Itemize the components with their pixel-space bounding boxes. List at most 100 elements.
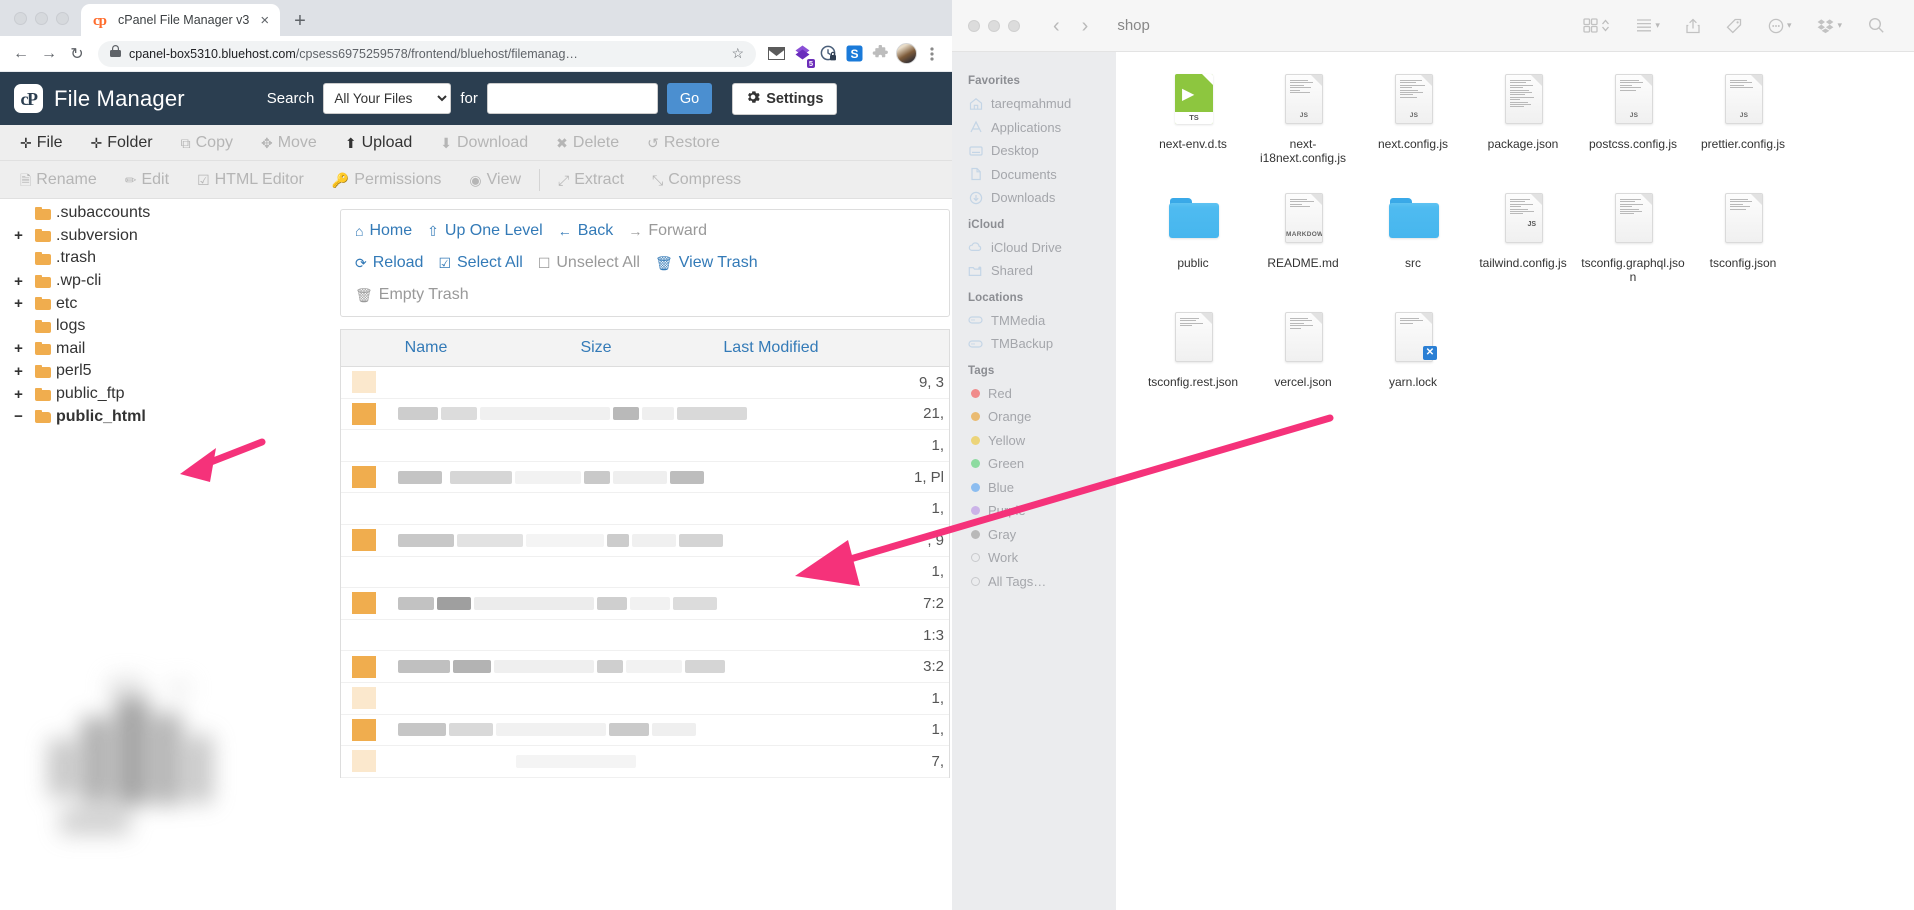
reload-button[interactable]: ⟳ Reload	[355, 251, 438, 275]
sidebar-item-tag-red[interactable]: Red	[952, 382, 1116, 406]
sidebar-item-icloud-drive[interactable]: iCloud Drive	[952, 236, 1116, 260]
blue-s-extension-icon[interactable]: S	[842, 42, 866, 66]
empty-trash-button[interactable]: 🗑 Empty Trash	[355, 283, 484, 307]
column-header-size[interactable]: Size	[511, 339, 681, 357]
download-button[interactable]: ⬇ Download	[426, 125, 542, 160]
finder-forward-button[interactable]: ›	[1071, 16, 1100, 36]
edit-button[interactable]: ✏ Edit	[111, 161, 183, 198]
sidebar-item-tag-blue[interactable]: Blue	[952, 476, 1116, 500]
html-editor-button[interactable]: ☑ HTML Editor	[183, 161, 318, 198]
column-header-last-modified[interactable]: Last Modified	[681, 339, 861, 357]
search-scope-select[interactable]: All Your FilesYour current directory	[323, 83, 452, 114]
sidebar-item-tag-green[interactable]: Green	[952, 452, 1116, 476]
new-folder-button[interactable]: ✛ Folder	[77, 125, 167, 160]
table-row[interactable]: 7:2	[341, 588, 949, 620]
sidebar-item-tag-work[interactable]: Work	[952, 546, 1116, 570]
file-item-next-env-d-ts[interactable]: ▶ TS next-env.d.ts	[1138, 72, 1248, 165]
sidebar-item-desktop[interactable]: Desktop	[952, 139, 1116, 163]
puzzle-extensions-icon[interactable]	[868, 42, 892, 66]
permissions-button[interactable]: 🔑 Permissions	[318, 161, 456, 198]
tree-item-trash[interactable]: .trash	[0, 247, 340, 270]
upload-button[interactable]: ⬆ Upload	[331, 125, 426, 160]
table-row[interactable]: 3:2	[341, 651, 949, 683]
file-item-src[interactable]: src	[1358, 191, 1468, 284]
home-button[interactable]: ⌂ Home	[355, 219, 427, 243]
file-item-yarn-lock[interactable]: ✕ yarn.lock	[1358, 310, 1468, 389]
dropbox-chevron-icon[interactable]: ▾	[1837, 20, 1842, 31]
bookmark-star-icon[interactable]: ☆	[731, 45, 744, 62]
file-item-tsconfig-graphql-json[interactable]: tsconfig.graphql.json	[1578, 191, 1688, 284]
forward-button[interactable]: →	[36, 41, 62, 67]
tree-item-perl5[interactable]: + perl5	[0, 360, 340, 383]
compress-button[interactable]: ⤡ Compress	[638, 161, 755, 198]
search-go-button[interactable]: Go	[666, 83, 713, 114]
close-window-button[interactable]	[14, 12, 27, 25]
tree-item-public-ftp[interactable]: + public_ftp	[0, 383, 340, 406]
table-row[interactable]: 1:3	[341, 620, 949, 652]
copy-button[interactable]: ⧉ Copy	[167, 125, 247, 160]
file-item-prettier-config-js[interactable]: JS prettier.config.js	[1688, 72, 1798, 165]
purple-diamond-extension-icon[interactable]: 5	[790, 42, 815, 68]
file-item-readme-md[interactable]: MARKDOWN README.md	[1248, 191, 1358, 284]
tree-toggle[interactable]: +	[12, 364, 25, 379]
close-window-button[interactable]	[968, 19, 980, 32]
tree-item-logs[interactable]: logs	[0, 315, 340, 338]
up-one-level-button[interactable]: ⇧ Up One Level	[427, 219, 558, 243]
view-button[interactable]: ◉ View	[455, 161, 535, 198]
sidebar-item-downloads[interactable]: Downloads	[952, 186, 1116, 210]
file-item-tsconfig-json[interactable]: tsconfig.json	[1688, 191, 1798, 284]
tag-icon[interactable]	[1713, 18, 1755, 34]
view-trash-button[interactable]: 🗑 View Trash	[655, 251, 773, 275]
reload-button[interactable]: ↻	[64, 41, 90, 67]
unselect-all-button[interactable]: ☐ Unselect All	[538, 251, 655, 275]
table-row[interactable]: 1, Pl	[341, 462, 949, 494]
tree-item-mail[interactable]: + mail	[0, 338, 340, 361]
tree-toggle[interactable]: +	[12, 387, 25, 402]
file-item-next-i18next-config-js[interactable]: JS next-i18next.config.js	[1248, 72, 1358, 165]
tree-item-wp-cli[interactable]: + .wp-cli	[0, 270, 340, 293]
sidebar-item-tmmedia[interactable]: TMMedia	[952, 309, 1116, 333]
table-row[interactable]: 21,	[341, 399, 949, 431]
tree-toggle[interactable]: +	[12, 274, 25, 289]
list-view-icon[interactable]: ▾	[1623, 18, 1673, 33]
new-file-button[interactable]: ✛ File	[6, 125, 77, 160]
back-button[interactable]: ← Back	[558, 219, 629, 243]
more-chevron-icon[interactable]: ▾	[1787, 20, 1792, 31]
minimize-window-button[interactable]	[35, 12, 48, 25]
rename-button[interactable]: 🗎 Rename	[6, 161, 111, 198]
file-item-postcss-config-js[interactable]: JS postcss.config.js	[1578, 72, 1688, 165]
table-row[interactable]: , 9	[341, 525, 949, 557]
sidebar-item-tag-gray[interactable]: Gray	[952, 523, 1116, 547]
more-actions-icon[interactable]: ▾	[1755, 18, 1805, 34]
group-view-icon[interactable]	[1570, 18, 1623, 33]
new-tab-button[interactable]: +	[294, 11, 306, 31]
chrome-menu-icon[interactable]	[920, 42, 944, 66]
view-chevron-icon[interactable]: ▾	[1655, 20, 1660, 31]
table-row[interactable]: 1,	[341, 430, 949, 462]
clock-lock-extension-icon[interactable]	[816, 42, 840, 66]
sidebar-item-tmbackup[interactable]: TMBackup	[952, 332, 1116, 356]
search-input[interactable]	[486, 83, 658, 114]
file-item-package-json[interactable]: package.json	[1468, 72, 1578, 165]
tree-item-subversion[interactable]: + .subversion	[0, 225, 340, 248]
table-row[interactable]: 9, 3	[341, 367, 949, 399]
sidebar-item-tag-yellow[interactable]: Yellow	[952, 429, 1116, 453]
file-item-tailwind-config-js[interactable]: JS tailwind.config.js	[1468, 191, 1578, 284]
sidebar-item-tag-orange[interactable]: Orange	[952, 405, 1116, 429]
close-tab-icon[interactable]: ×	[257, 13, 272, 28]
file-item-tsconfig-rest-json[interactable]: tsconfig.rest.json	[1138, 310, 1248, 389]
tree-toggle[interactable]: +	[12, 296, 25, 311]
table-row[interactable]: 7,	[341, 746, 949, 778]
sidebar-item-shared[interactable]: Shared	[952, 259, 1116, 283]
table-row[interactable]: 1,	[341, 683, 949, 715]
table-row[interactable]: 1,	[341, 493, 949, 525]
tree-item-public-html[interactable]: − public_html	[0, 405, 340, 428]
mail-extension-icon[interactable]	[764, 42, 788, 66]
file-item-vercel-json[interactable]: vercel.json	[1248, 310, 1358, 389]
sidebar-item-all-tags[interactable]: All Tags…	[952, 570, 1116, 594]
restore-button[interactable]: ↺ Restore	[633, 125, 734, 160]
file-item-next-config-js[interactable]: JS next.config.js	[1358, 72, 1468, 165]
sidebar-item-documents[interactable]: Documents	[952, 163, 1116, 187]
tree-toggle[interactable]: −	[12, 409, 25, 424]
forward-button[interactable]: → Forward	[628, 219, 722, 243]
